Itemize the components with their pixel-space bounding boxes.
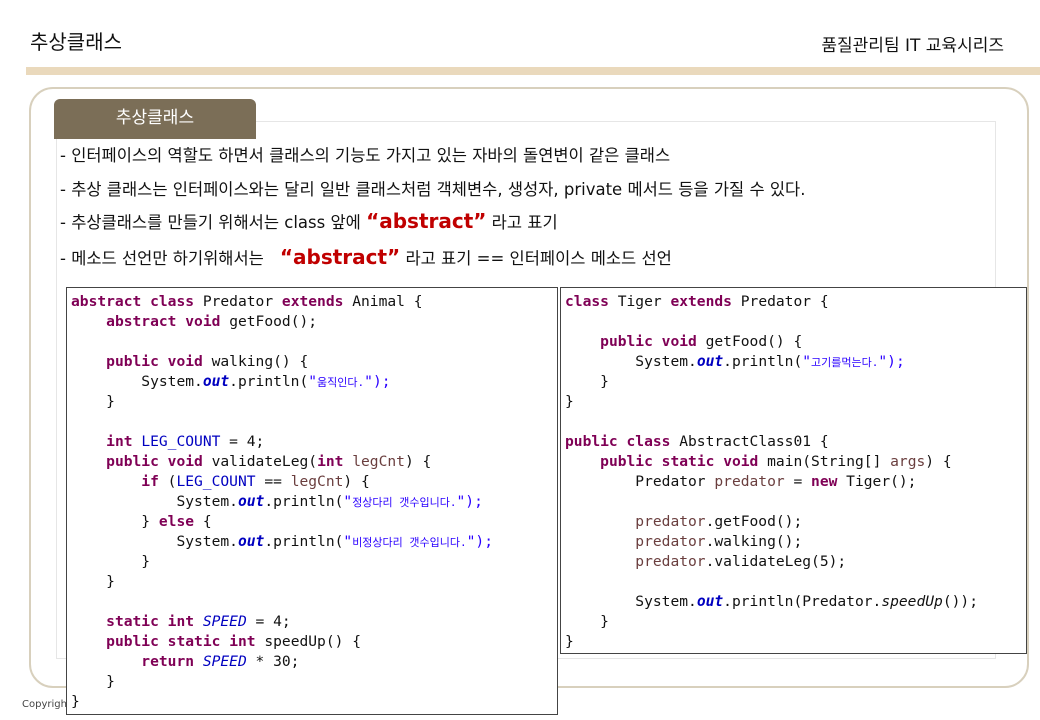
code-line: predator.walking(); [635,533,803,550]
code-line: } [565,633,574,650]
abstract-keyword-highlight: “abstract” [366,209,487,233]
code-line: public class AbstractClass01 { [565,433,829,450]
bullet-item: - 인터페이스의 역할도 하면서 클래스의 기능도 가지고 있는 자바의 돌연변… [60,142,670,166]
code-line: } [106,393,115,410]
bullet-text: - 인터페이스의 역할도 하면서 클래스의 기능도 가지고 있는 자바의 돌연변… [60,146,671,165]
code-line: public static void main(String[] args) { [600,453,952,470]
code-line: predator.validateLeg(5); [635,553,847,570]
header-divider [26,67,1040,75]
bullet-text: - 추상클래스를 만들기 위해서는 class 앞에 [60,213,367,232]
code-line: System.out.println("비정상다리 갯수입니다."); [176,533,493,550]
bullet-text: - 추상 클래스는 인터페이스와는 달리 일반 클래스처럼 객체변수, 생성자,… [60,180,806,199]
code-line: public void walking() { [106,353,309,370]
copyright-text: Copyrigh [22,699,67,710]
code-line: class Tiger extends Predator { [565,293,829,310]
series-label: 품질관리팀 IT 교육시리즈 [821,36,1004,56]
bullet-item: - 추상클래스를 만들기 위해서는 class 앞에 “abstract” 라고… [60,209,558,233]
bullet-item: - 추상 클래스는 인터페이스와는 달리 일반 클래스처럼 객체변수, 생성자,… [60,176,805,200]
code-line: predator.getFood(); [635,513,803,530]
code-line: System.out.println("정상다리 갯수입니다."); [176,493,483,510]
code-block-predator: abstract class Predator extends Animal {… [66,287,558,715]
bullet-text: 라고 표기 == 인터페이스 메소드 선언 [400,249,672,268]
code-line: System.out.println("움직인다."); [141,373,391,390]
code-line: public void getFood() { [600,333,803,350]
code-line: } [600,373,609,390]
code-line: } [600,613,609,630]
code-line: return SPEED * 30; [141,653,300,670]
code-line: System.out.println("고기를먹는다."); [635,353,905,370]
bullet-text: - 메소드 선언만 하기위해서는 [60,249,264,268]
code-line: static int SPEED = 4; [106,613,291,630]
bullet-item: - 메소드 선언만 하기위해서는 “abstract” 라고 표기 == 인터페이… [60,245,672,269]
code-block-tiger: class Tiger extends Predator { public vo… [560,287,1027,654]
abstract-keyword-highlight: “abstract” [279,245,401,269]
code-line: public static int speedUp() { [106,633,361,650]
code-line: int LEG_COUNT = 4; [106,433,265,450]
page-title: 추상클래스 [30,30,122,54]
code-line: } [141,553,151,570]
code-line: public void validateLeg(int legCnt) { [106,453,432,470]
code-line: } else { [141,513,212,530]
section-tab: 추상클래스 [54,99,256,139]
code-line: System.out.println(Predator.speedUp()); [635,593,978,610]
code-line: abstract class Predator extends Animal { [71,293,423,310]
bullet-text: 라고 표기 [486,213,558,232]
code-line: abstract void getFood(); [106,313,318,330]
code-line: } [106,573,115,590]
code-line: } [565,393,574,410]
code-line: } [106,673,115,690]
code-line: } [71,693,80,710]
code-line: if (LEG_COUNT == legCnt) { [141,473,370,490]
code-line: Predator predator = new Tiger(); [635,473,917,490]
